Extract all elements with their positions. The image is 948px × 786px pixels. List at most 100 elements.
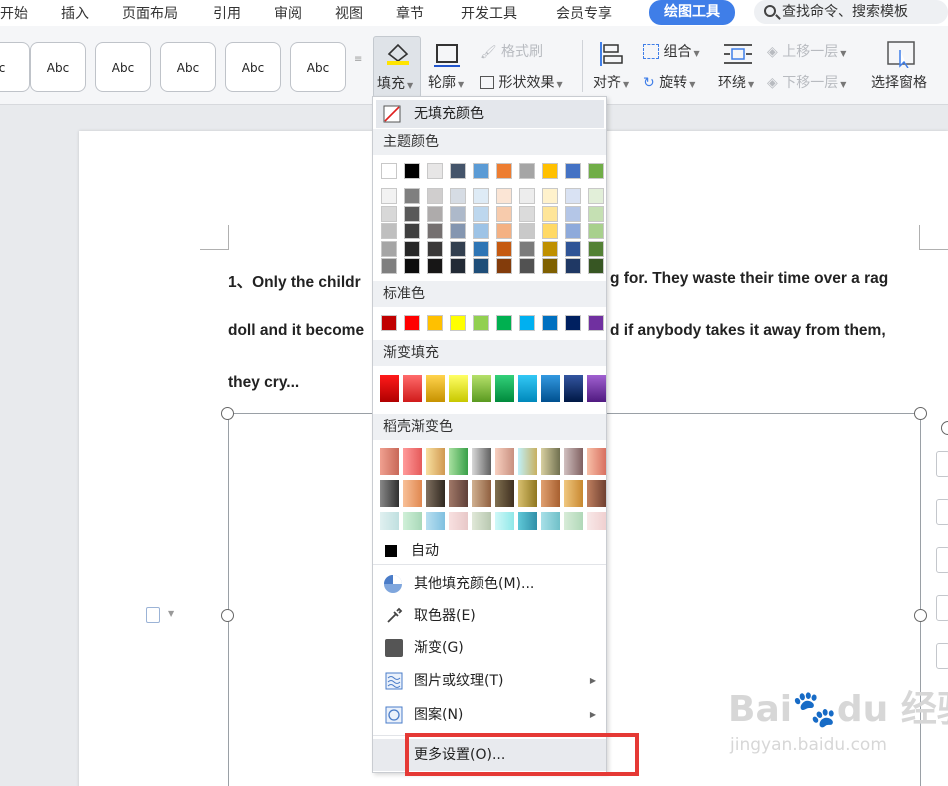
daoke-gradient-swatch[interactable] — [495, 448, 514, 475]
menu-item-pattern[interactable]: 图案(N) ▶ — [373, 699, 606, 731]
wrap-button[interactable]: 环绕 ▼ — [718, 36, 760, 98]
theme-shade-swatch[interactable] — [542, 205, 558, 222]
daoke-gradient-swatch[interactable] — [449, 480, 468, 507]
daoke-gradient-swatch[interactable] — [541, 480, 560, 507]
theme-shade-swatch[interactable] — [427, 240, 443, 257]
theme-shade-swatch[interactable] — [519, 223, 535, 239]
theme-shade-swatch[interactable] — [427, 223, 443, 239]
gradient-fill-swatch[interactable] — [587, 375, 606, 402]
daoke-gradient-swatch[interactable] — [426, 480, 445, 507]
tab-drawing-tools[interactable]: 绘图工具 — [649, 0, 735, 25]
tab-insert[interactable]: 插入 — [61, 3, 89, 23]
gradient-fill-swatch[interactable] — [541, 375, 560, 402]
daoke-gradient-swatch[interactable] — [380, 512, 399, 530]
daoke-gradient-swatch[interactable] — [403, 512, 422, 530]
theme-shade-swatch[interactable] — [565, 223, 581, 239]
quick-more-icon[interactable] — [936, 643, 948, 669]
group-button[interactable]: 组合 ▼ — [643, 41, 700, 61]
theme-shade-swatch[interactable] — [588, 258, 604, 274]
theme-shade-swatch[interactable] — [427, 205, 443, 222]
theme-color-swatch[interactable] — [588, 163, 604, 179]
theme-shade-swatch[interactable] — [588, 188, 604, 204]
gradient-fill-swatch[interactable] — [426, 375, 445, 402]
rotate-button[interactable]: ↻ 旋转 ▼ — [643, 72, 695, 92]
daoke-gradient-swatch[interactable] — [495, 512, 514, 530]
theme-color-swatch[interactable] — [496, 163, 512, 179]
theme-shade-swatch[interactable] — [381, 258, 397, 274]
standard-color-swatch[interactable] — [381, 315, 397, 331]
daoke-gradient-swatch[interactable] — [403, 448, 422, 475]
tab-developer[interactable]: 开发工具 — [461, 3, 517, 23]
theme-shade-swatch[interactable] — [496, 188, 512, 204]
theme-shade-swatch[interactable] — [496, 205, 512, 222]
tab-page-layout[interactable]: 页面布局 — [122, 3, 178, 23]
theme-shade-swatch[interactable] — [404, 223, 420, 239]
gradient-fill-swatch[interactable] — [449, 375, 468, 402]
daoke-gradient-swatch[interactable] — [564, 448, 583, 475]
theme-color-swatch[interactable] — [473, 163, 489, 179]
standard-color-swatch[interactable] — [404, 315, 420, 331]
theme-shade-swatch[interactable] — [450, 188, 466, 204]
daoke-gradient-swatch[interactable] — [472, 512, 491, 530]
theme-shade-swatch[interactable] — [519, 258, 535, 274]
theme-shade-swatch[interactable] — [404, 205, 420, 222]
gradient-fill-swatch[interactable] — [403, 375, 422, 402]
theme-shade-swatch[interactable] — [404, 240, 420, 257]
shape-style-0[interactable]: c — [0, 42, 30, 92]
daoke-gradient-swatch[interactable] — [380, 480, 399, 507]
daoke-gradient-swatch[interactable] — [472, 448, 491, 475]
selection-pane-button[interactable]: 选择窗格 — [870, 36, 936, 98]
theme-color-swatch[interactable] — [519, 163, 535, 179]
theme-shade-swatch[interactable] — [588, 240, 604, 257]
quick-outline-icon[interactable] — [936, 595, 948, 621]
theme-shade-swatch[interactable] — [473, 205, 489, 222]
theme-shade-swatch[interactable] — [473, 188, 489, 204]
paste-options-icon[interactable] — [146, 607, 160, 623]
theme-shade-swatch[interactable] — [542, 188, 558, 204]
theme-color-swatch[interactable] — [427, 163, 443, 179]
theme-shade-swatch[interactable] — [404, 188, 420, 204]
daoke-gradient-swatch[interactable] — [380, 448, 399, 475]
menu-item-gradient[interactable]: 渐变(G) — [373, 632, 606, 664]
daoke-gradient-swatch[interactable] — [518, 448, 537, 475]
resize-handle-top-right[interactable] — [914, 407, 927, 420]
rotate-handle[interactable] — [941, 421, 948, 435]
daoke-gradient-swatch[interactable] — [426, 512, 445, 530]
send-backward-button[interactable]: ◈ 下移一层 ▼ — [767, 72, 846, 92]
shape-style-1[interactable]: Abc — [30, 42, 86, 92]
theme-color-swatch[interactable] — [381, 163, 397, 179]
daoke-gradient-swatch[interactable] — [449, 448, 468, 475]
theme-shade-swatch[interactable] — [588, 205, 604, 222]
theme-shade-swatch[interactable] — [381, 205, 397, 222]
shape-effect-button[interactable]: 形状效果 ▼ — [480, 72, 563, 92]
tab-chapter[interactable]: 章节 — [396, 3, 424, 23]
standard-color-swatch[interactable] — [565, 315, 581, 331]
standard-color-swatch[interactable] — [473, 315, 489, 331]
theme-shade-swatch[interactable] — [450, 223, 466, 239]
resize-handle-top-left[interactable] — [221, 407, 234, 420]
theme-shade-swatch[interactable] — [381, 240, 397, 257]
daoke-gradient-swatch[interactable] — [426, 448, 445, 475]
theme-shade-swatch[interactable] — [404, 258, 420, 274]
menu-item-picture-texture[interactable]: 图片或纹理(T) ▶ — [373, 665, 606, 697]
theme-shade-swatch[interactable] — [588, 223, 604, 239]
tab-view[interactable]: 视图 — [335, 3, 363, 23]
theme-shade-swatch[interactable] — [381, 223, 397, 239]
theme-color-swatch[interactable] — [565, 163, 581, 179]
theme-shade-swatch[interactable] — [519, 240, 535, 257]
gradient-fill-swatch[interactable] — [564, 375, 583, 402]
quick-fill-icon[interactable] — [936, 547, 948, 573]
shape-style-2[interactable]: Abc — [95, 42, 151, 92]
menu-item-more-fill-colors[interactable]: 其他填充颜色(M)... — [373, 568, 606, 600]
tab-review[interactable]: 审阅 — [274, 3, 302, 23]
theme-shade-swatch[interactable] — [473, 223, 489, 239]
standard-color-swatch[interactable] — [542, 315, 558, 331]
standard-color-swatch[interactable] — [450, 315, 466, 331]
theme-color-swatch[interactable] — [450, 163, 466, 179]
shape-style-5[interactable]: Abc — [290, 42, 346, 92]
daoke-gradient-swatch[interactable] — [541, 512, 560, 530]
daoke-gradient-swatch[interactable] — [518, 512, 537, 530]
menu-item-auto[interactable]: 自动 — [373, 537, 606, 565]
theme-shade-swatch[interactable] — [519, 188, 535, 204]
tab-references[interactable]: 引用 — [213, 3, 241, 23]
